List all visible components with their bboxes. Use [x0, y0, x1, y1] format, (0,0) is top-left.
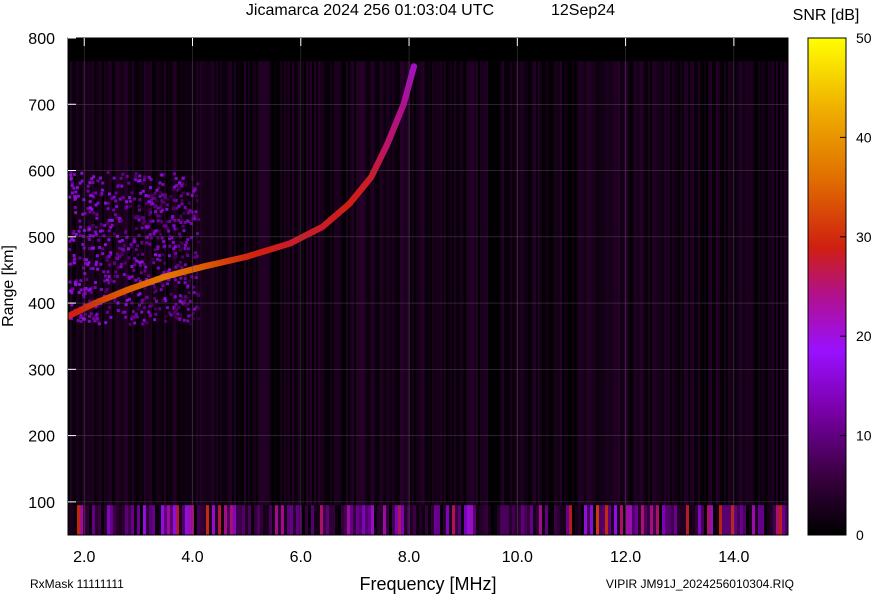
x-tick-label: 12.0	[610, 549, 641, 566]
x-tick-label: 10.0	[502, 549, 533, 566]
interference-band	[68, 505, 788, 535]
y-tick-label: 600	[28, 164, 55, 181]
colorbar-tick-label: 20	[856, 328, 872, 344]
x-tick-label: 4.0	[181, 549, 203, 566]
x-axis-label: Frequency [MHz]	[359, 574, 496, 594]
y-tick-label: 400	[28, 296, 55, 313]
y-tick-label: 800	[28, 31, 55, 48]
colorbar	[807, 37, 847, 536]
chart-date: 12Sep24	[551, 2, 615, 19]
y-tick-label: 200	[28, 429, 55, 446]
y-tick-label: 100	[28, 495, 55, 512]
chart-title: Jicamarca 2024 256 01:03:04 UTC	[246, 2, 494, 19]
colorbar-tick-label: 40	[856, 129, 872, 145]
rxmask-label: RxMask 11111111	[30, 577, 124, 591]
colorbar-tick-label: 0	[856, 527, 864, 543]
x-tick-label: 14.0	[718, 549, 749, 566]
colorbar-tick-label: 50	[856, 30, 872, 46]
file-label: VIPIR JM91J_2024256010304.RIQ	[606, 577, 794, 591]
x-tick-label: 6.0	[290, 549, 312, 566]
y-axis-label: Range [km]	[0, 245, 17, 327]
colorbar-tick-label: 30	[856, 229, 872, 245]
colorbar-title: SNR [dB]	[793, 7, 860, 24]
y-tick-label: 500	[28, 230, 55, 247]
x-tick-label: 2.0	[73, 549, 95, 566]
y-tick-label: 300	[28, 362, 55, 379]
x-tick-label: 8.0	[398, 549, 420, 566]
y-tick-label: 700	[28, 97, 55, 114]
colorbar-tick-label: 10	[856, 428, 872, 444]
ionogram-chart: Jicamarca 2024 256 01:03:04 UTC 12Sep24 …	[0, 2, 872, 594]
